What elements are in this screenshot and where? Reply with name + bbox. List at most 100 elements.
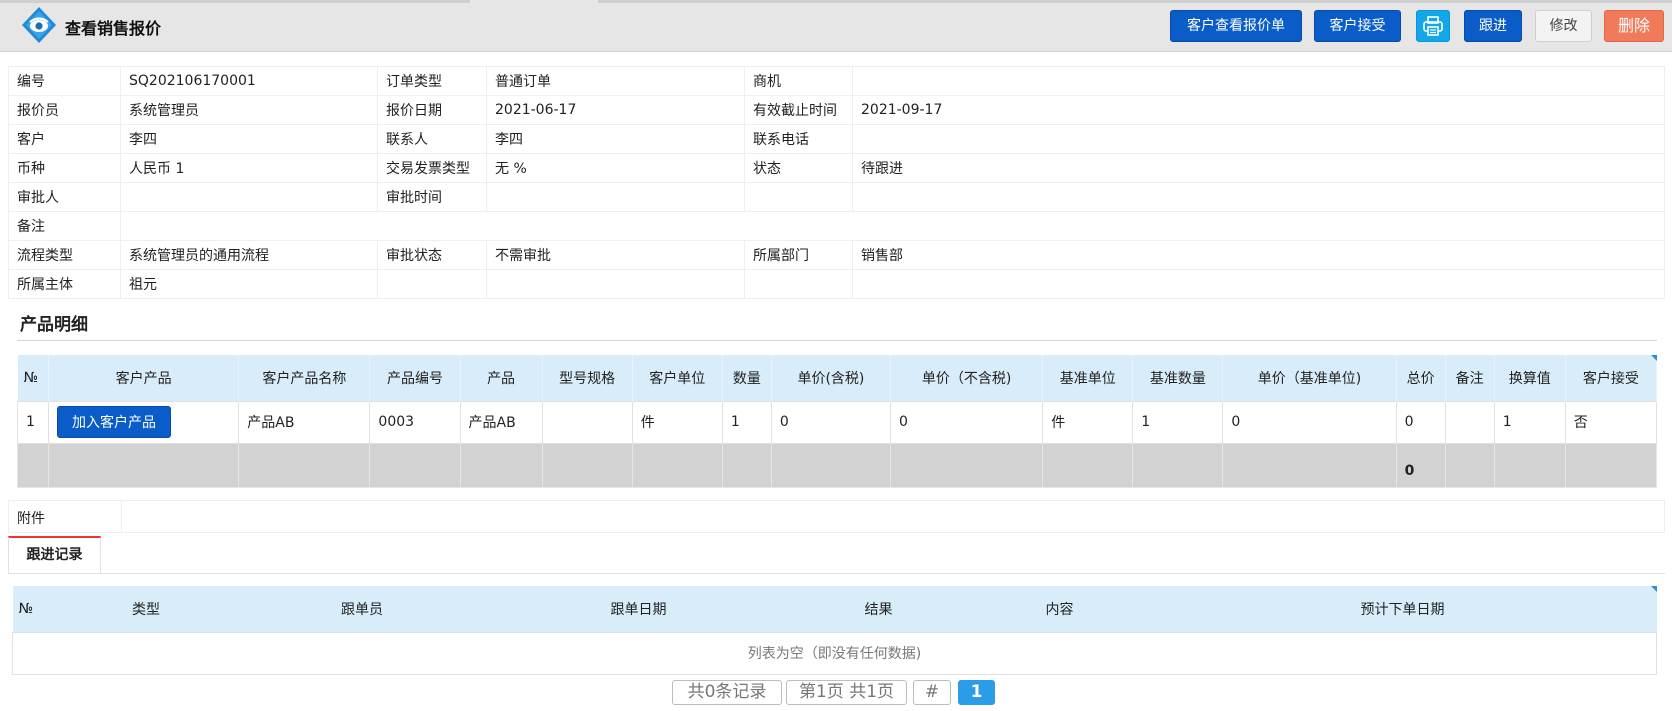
delete-button[interactable]: 删除 — [1604, 10, 1664, 42]
info-row: 客户 李四 联系人 李四 联系电话 — [8, 124, 1665, 154]
print-button[interactable] — [1416, 10, 1450, 42]
customer-unit: 件 — [631, 400, 723, 444]
info-label — [744, 269, 853, 299]
table-corner-marker — [1651, 355, 1657, 361]
base-quantity: 1 — [1132, 400, 1224, 444]
customer-view-quote-button[interactable]: 客户查看报价单 — [1170, 10, 1302, 42]
follow-up-table: № 类型 跟单员 跟单日期 结果 内容 预计下单日期 列表为空（即没有任何数据) — [12, 586, 1657, 675]
info-value: 系统管理员的通用流程 — [120, 240, 378, 270]
attachment-row: 附件 — [8, 500, 1665, 533]
info-label: 报价员 — [8, 95, 121, 125]
header-bar: 查看销售报价 客户查看报价单 客户接受 跟进 修改 删除 — [0, 0, 1672, 52]
info-value: 待跟进 — [852, 153, 1665, 183]
column-header: 总价 — [1396, 355, 1446, 401]
info-label: 编号 — [8, 66, 121, 96]
pager-page-info: 第1页 共1页 — [786, 680, 907, 705]
info-row: 审批人 审批时间 — [8, 182, 1665, 212]
top-tab-strip — [598, 0, 1672, 3]
column-header: 预计下单日期 — [1148, 586, 1657, 632]
tab-follow-up-records[interactable]: 跟进记录 — [8, 536, 101, 574]
info-label: 客户 — [8, 124, 121, 154]
info-label: 审批时间 — [377, 182, 487, 212]
column-header: 备注 — [1445, 355, 1495, 401]
pager-record-count: 共0条记录 — [672, 680, 782, 705]
column-header: 类型 — [58, 586, 234, 632]
info-value: SQ202106170001 — [120, 66, 378, 96]
column-header: 跟单员 — [233, 586, 491, 632]
column-header: 单价（基准单位) — [1222, 355, 1397, 401]
eye-logo-icon — [22, 7, 56, 43]
info-label: 所属部门 — [744, 240, 853, 270]
info-value — [120, 211, 1665, 241]
product-code: 0003 — [369, 400, 461, 444]
column-header: 基准数量 — [1132, 355, 1224, 401]
attachment-label: 附件 — [17, 511, 45, 527]
column-header: 产品 — [460, 355, 543, 401]
customer-product-name: 产品AB — [238, 400, 371, 444]
info-label: 联系电话 — [744, 124, 853, 154]
info-value: 系统管理员 — [120, 95, 378, 125]
follow-up-button[interactable]: 跟进 — [1464, 10, 1522, 42]
product-spec — [541, 400, 633, 444]
info-value — [486, 269, 745, 299]
customer-product-cell: 加入客户产品 — [48, 400, 240, 444]
tab-divider — [101, 573, 1665, 574]
table-row: 1 加入客户产品 产品AB 0003 产品AB 件 1 0 0 件 1 0 0 … — [16, 400, 1658, 444]
column-header: 基准单位 — [1042, 355, 1134, 401]
info-value: 李四 — [486, 124, 745, 154]
page-title: 查看销售报价 — [65, 19, 162, 38]
quote-info-table: 编号 SQ202106170001 订单类型 普通订单 商机 报价员 系统管理员 报价日期 20… — [8, 66, 1665, 299]
column-header: 客户单位 — [632, 355, 723, 401]
info-value: 不需审批 — [486, 240, 745, 270]
info-value — [852, 124, 1665, 154]
conversion-value: 1 — [1493, 400, 1566, 444]
quantity: 1 — [721, 400, 772, 444]
info-label — [377, 269, 487, 299]
column-header: № — [12, 586, 59, 632]
table-corner-marker — [1651, 586, 1657, 592]
column-header: 客户产品名称 — [238, 355, 371, 401]
info-label: 商机 — [744, 66, 853, 96]
info-label — [744, 182, 853, 212]
info-label: 订单类型 — [377, 66, 487, 96]
info-value: 2021-06-17 — [486, 95, 745, 125]
column-header: 数量 — [722, 355, 772, 401]
printer-icon — [1423, 16, 1443, 36]
column-header: 产品编号 — [369, 355, 461, 401]
info-row: 备注 — [8, 211, 1665, 241]
column-header: 客户产品 — [48, 355, 240, 401]
info-label: 所属主体 — [8, 269, 121, 299]
pager-current-page[interactable]: 1 — [958, 680, 995, 705]
info-value: 普通订单 — [486, 66, 745, 96]
column-header: № — [17, 355, 50, 401]
info-value — [120, 182, 378, 212]
info-label: 流程类型 — [8, 240, 121, 270]
customer-accept-button[interactable]: 客户接受 — [1314, 10, 1401, 42]
product-name: 产品AB — [459, 400, 543, 444]
info-label: 审批状态 — [377, 240, 487, 270]
column-header: 内容 — [970, 586, 1149, 632]
price-without-tax: 0 — [890, 400, 1044, 444]
info-value: 2021-09-17 — [852, 95, 1665, 125]
top-tab-strip — [0, 0, 470, 3]
info-row: 币种 人民币 1 交易发票类型无 % 状态 待跟进 — [8, 153, 1665, 183]
info-label: 交易发票类型 — [377, 153, 487, 183]
info-label: 备注 — [8, 211, 121, 241]
edit-button[interactable]: 修改 — [1535, 10, 1592, 42]
base-unit-price: 0 — [1222, 400, 1397, 444]
pager-jump-button[interactable]: # — [913, 680, 951, 705]
column-header: 客户接受 — [1565, 355, 1658, 401]
info-value — [486, 182, 745, 212]
info-label: 状态 — [744, 153, 853, 183]
info-value: 李四 — [120, 124, 378, 154]
remark — [1444, 400, 1495, 444]
product-detail-title: 产品明细 — [20, 315, 88, 335]
info-value: 无 % — [486, 153, 745, 183]
add-customer-product-button[interactable]: 加入客户产品 — [57, 406, 172, 438]
column-header: 跟单日期 — [490, 586, 787, 632]
column-header: 单价(含税) — [771, 355, 892, 401]
base-unit: 件 — [1042, 400, 1134, 444]
column-header: 单价（不含税) — [890, 355, 1044, 401]
summary-total: 0 — [1395, 442, 1446, 488]
info-label: 报价日期 — [377, 95, 487, 125]
